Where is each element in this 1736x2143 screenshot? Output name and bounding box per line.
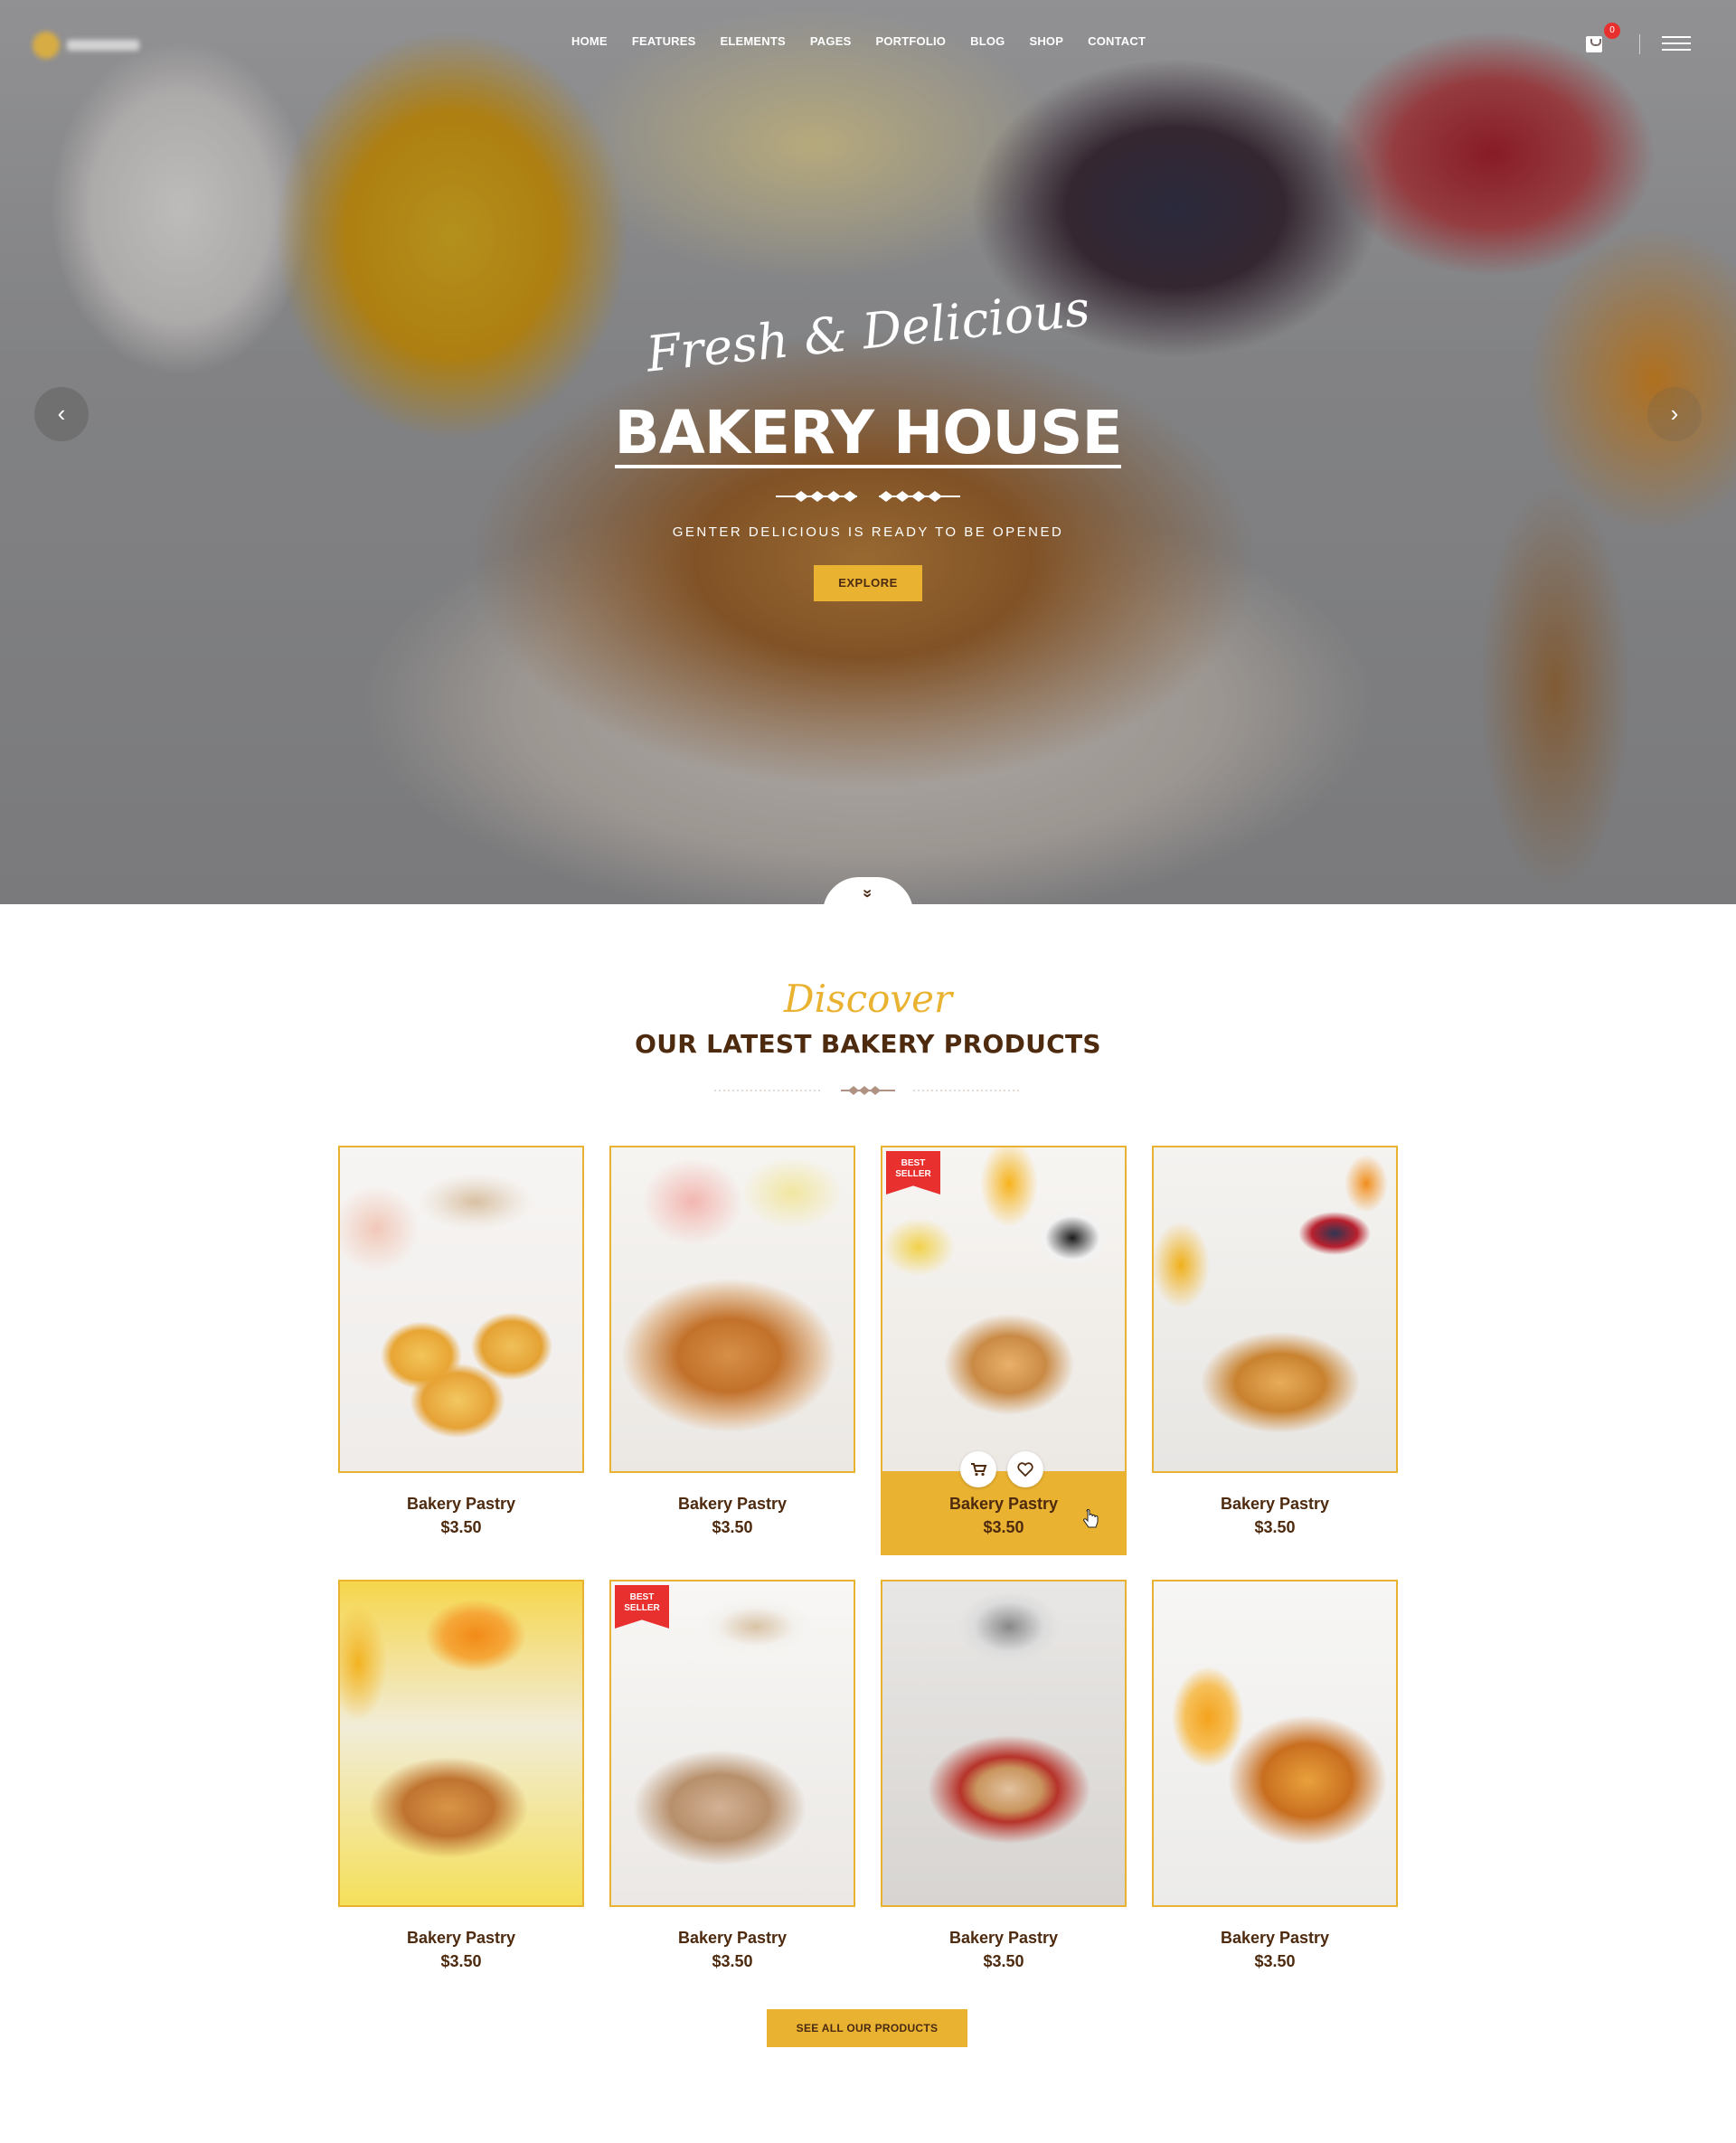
nav-contact[interactable]: CONTACT	[1088, 34, 1146, 48]
product-card[interactable]: Bakery Pastry $3.50	[1152, 1580, 1398, 1989]
product-card[interactable]: Bakery Pastry $3.50	[338, 1146, 584, 1555]
best-seller-badge: BEST SELLER	[615, 1585, 669, 1628]
product-image[interactable]	[609, 1146, 855, 1473]
nav-blog[interactable]: BLOG	[970, 34, 1005, 48]
product-card[interactable]: Bakery Pastry $3.50	[338, 1580, 584, 1989]
section-script-text: Discover	[783, 977, 953, 1021]
product-image[interactable]	[881, 1580, 1127, 1907]
product-name[interactable]: Bakery Pastry	[338, 1495, 584, 1514]
section-title: OUR LATEST BAKERY PRODUCTS	[635, 1029, 1101, 1059]
cart-icon[interactable]	[1584, 33, 1604, 52]
product-actions	[960, 1451, 1043, 1487]
product-image[interactable]	[338, 1580, 584, 1907]
product-card[interactable]: BEST SELLER Bakery Pastry $3.50	[609, 1580, 855, 1989]
hero-title: BAKERY HOUSE	[614, 398, 1122, 467]
product-price: $3.50	[712, 1518, 753, 1536]
chevron-left-icon: ‹	[57, 400, 66, 427]
hand-cursor-icon	[1083, 1509, 1099, 1528]
nav-elements[interactable]: ELEMENTS	[721, 34, 786, 48]
chevron-double-down-icon[interactable]: »	[856, 882, 880, 904]
best-seller-badge: BEST SELLER	[886, 1151, 940, 1194]
hero-slider: HOME FEATURES ELEMENTS PAGES PORTFOLIO B…	[0, 0, 1736, 904]
cart-bag	[1586, 36, 1602, 52]
cart-count-badge: 0	[1604, 23, 1620, 39]
product-card-hovered[interactable]: BEST SELLER Bakery Pastry $3.50	[881, 1146, 1127, 1555]
product-name[interactable]: Bakery Pastry	[1152, 1495, 1398, 1514]
nav-home[interactable]: HOME	[571, 34, 608, 48]
product-price: $3.50	[983, 1952, 1024, 1970]
nav-divider	[1639, 34, 1640, 54]
slider-prev-button[interactable]: ‹	[34, 387, 89, 441]
product-price: $3.50	[712, 1952, 753, 1970]
slider-next-button[interactable]: ›	[1647, 387, 1702, 441]
logo-mark	[33, 32, 60, 59]
chevron-right-icon: ›	[1670, 400, 1679, 427]
product-name[interactable]: Bakery Pastry	[609, 1929, 855, 1948]
product-image[interactable]	[1152, 1580, 1398, 1907]
explore-button[interactable]: EXPLORE	[814, 565, 922, 601]
main-nav: HOME FEATURES ELEMENTS PAGES PORTFOLIO B…	[571, 34, 1146, 48]
wheat-icon	[841, 1086, 895, 1095]
product-image[interactable]: BEST SELLER	[609, 1580, 855, 1907]
hero-subtitle: GENTER DELICIOUS IS READY TO BE OPENED	[672, 524, 1064, 540]
menu-icon[interactable]	[1662, 36, 1691, 52]
wheat-icon	[776, 491, 960, 502]
product-card[interactable]: Bakery Pastry $3.50	[1152, 1146, 1398, 1555]
product-price: $3.50	[1254, 1952, 1296, 1970]
see-all-products-button[interactable]: SEE ALL OUR PRODUCTS	[767, 2009, 967, 2047]
product-card[interactable]: Bakery Pastry $3.50	[881, 1580, 1127, 1989]
scroll-down-glyph: »	[858, 888, 877, 899]
product-image[interactable]	[1152, 1146, 1398, 1473]
product-image[interactable]	[338, 1146, 584, 1473]
add-to-cart-icon[interactable]	[960, 1451, 996, 1487]
product-price: $3.50	[1254, 1518, 1296, 1536]
nav-portfolio[interactable]: PORTFOLIO	[875, 34, 946, 48]
product-name[interactable]: Bakery Pastry	[338, 1929, 584, 1948]
product-name[interactable]: Bakery Pastry	[881, 1929, 1127, 1948]
heart-icon[interactable]	[1007, 1451, 1043, 1487]
product-name[interactable]: Bakery Pastry	[609, 1495, 855, 1514]
product-price: $3.50	[440, 1952, 482, 1970]
product-price: $3.50	[440, 1518, 482, 1536]
section-divider	[714, 1086, 1022, 1095]
logo-text	[67, 40, 139, 51]
nav-shop[interactable]: SHOP	[1029, 34, 1063, 48]
product-name[interactable]: Bakery Pastry	[1152, 1929, 1398, 1948]
hero-title-underline	[615, 465, 1121, 468]
product-card[interactable]: Bakery Pastry $3.50	[609, 1146, 855, 1555]
nav-pages[interactable]: PAGES	[810, 34, 852, 48]
nav-features[interactable]: FEATURES	[632, 34, 696, 48]
product-image[interactable]: BEST SELLER	[881, 1146, 1127, 1473]
site-logo[interactable]	[33, 29, 150, 61]
